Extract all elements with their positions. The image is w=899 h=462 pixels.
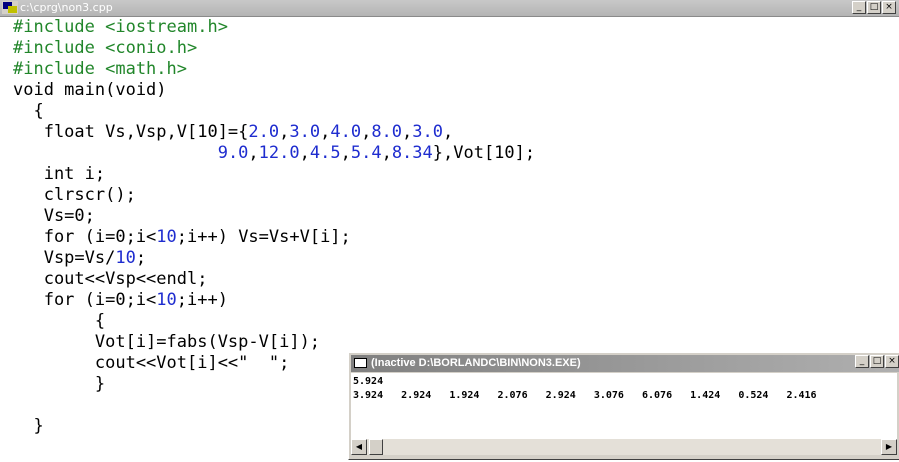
number-token: 3.0	[289, 122, 321, 142]
window-controls: _ □ ×	[852, 1, 896, 14]
console-window-icon	[354, 358, 367, 368]
console-window[interactable]: (Inactive D:\BORLANDC\BIN\NON3.EXE) _ □ …	[348, 352, 899, 460]
console-maximize-button[interactable]: □	[870, 355, 884, 368]
code-token: void main(void)	[13, 80, 167, 100]
number-token: 2.0	[248, 122, 280, 142]
number-token: 3.0	[412, 122, 443, 142]
number-token: 10	[156, 290, 177, 310]
maximize-button[interactable]: □	[867, 1, 881, 14]
code-token: ;i++) Vs=Vs+V[i];	[176, 227, 351, 247]
minimize-button[interactable]: _	[852, 1, 866, 14]
console-minimize-button[interactable]: _	[855, 355, 869, 368]
number-token: 9.0	[217, 143, 249, 163]
code-token: ;	[135, 248, 147, 268]
code-token: ,	[320, 122, 331, 142]
code-token: },Vot[10];	[432, 143, 536, 163]
console-output-line-2: 3.924 2.924 1.924 2.076 2.924 3.076 6.07…	[353, 390, 817, 401]
code-line: {	[13, 101, 535, 122]
code-token: float Vs,Vsp,V[10]={	[13, 122, 249, 142]
code-token: ,	[361, 122, 372, 142]
number-token: 8.34	[391, 143, 433, 163]
code-token: ,	[402, 122, 413, 142]
code-line: for (i=0;i<10;i++)	[13, 290, 535, 311]
code-line: for (i=0;i<10;i++) Vs=Vs+V[i];	[13, 227, 535, 248]
code-line: #include <iostream.h>	[13, 17, 535, 38]
horizontal-scrollbar[interactable]: ◀ ▶	[351, 439, 897, 455]
code-line: Vs=0;	[13, 206, 535, 227]
scroll-left-button[interactable]: ◀	[351, 439, 367, 455]
number-token: 10	[156, 227, 177, 247]
code-token: Vsp=Vs/	[13, 248, 116, 268]
number-token: 4.0	[330, 122, 362, 142]
code-line: int i;	[13, 164, 535, 185]
number-token: 8.0	[371, 122, 403, 142]
number-token: 10	[115, 248, 136, 268]
preprocessor-token: #include <math.h>	[13, 59, 187, 79]
code-token: clrscr();	[13, 185, 136, 205]
code-line: #include <conio.h>	[13, 38, 535, 59]
console-window-controls: _ □ ×	[855, 355, 899, 368]
code-token: ,	[381, 143, 392, 163]
code-token: cout<<Vot[i]<<" ";	[13, 353, 290, 373]
scroll-right-button[interactable]: ▶	[881, 439, 897, 455]
code-token: int i;	[13, 164, 106, 184]
scrollbar-thumb[interactable]	[369, 439, 383, 455]
code-line: clrscr();	[13, 185, 535, 206]
code-token: ,	[248, 143, 259, 163]
code-token: ,	[340, 143, 351, 163]
preprocessor-token: #include <conio.h>	[13, 38, 198, 58]
code-token: for (i=0;i<	[13, 290, 157, 310]
code-line: float Vs,Vsp,V[10]={2.0,3.0,4.0,8.0,3.0,	[13, 122, 535, 143]
console-output-line-1: 5.924	[353, 376, 384, 387]
code-token: }	[13, 374, 106, 394]
number-token: 12.0	[258, 143, 300, 163]
code-token: {	[13, 311, 106, 331]
code-line: {	[13, 311, 535, 332]
code-token: }	[13, 416, 44, 436]
code-token: ,	[299, 143, 310, 163]
code-line: #include <math.h>	[13, 59, 535, 80]
code-token: {	[13, 101, 44, 121]
window-title: c:\cprg\non3.cpp	[20, 1, 113, 14]
code-line: 9.0,12.0,4.5,5.4,8.34},Vot[10];	[13, 143, 535, 164]
console-output: 5.924 3.924 2.924 1.924 2.076 2.924 3.07…	[351, 373, 897, 439]
borland-app-icon	[2, 1, 18, 14]
code-line: Vsp=Vs/10;	[13, 248, 535, 269]
number-token: 5.4	[350, 143, 382, 163]
close-button[interactable]: ×	[882, 1, 896, 14]
code-line: void main(void)	[13, 80, 535, 101]
code-token: ,	[279, 122, 290, 142]
code-token: ,	[443, 122, 454, 142]
preprocessor-token: #include <iostream.h>	[13, 17, 228, 37]
console-title: (Inactive D:\BORLANDC\BIN\NON3.EXE)	[371, 357, 581, 369]
editor-title-bar[interactable]: c:\cprg\non3.cpp _ □ ×	[0, 0, 899, 17]
code-line: cout<<Vsp<<endl;	[13, 269, 535, 290]
console-title-bar[interactable]: (Inactive D:\BORLANDC\BIN\NON3.EXE)	[351, 355, 899, 372]
code-token: Vot[i]=fabs(Vsp-V[i]);	[13, 332, 321, 352]
number-token: 4.5	[309, 143, 341, 163]
code-token: cout<<Vsp<<endl;	[13, 269, 208, 289]
code-token: Vs=0;	[13, 206, 95, 226]
code-token: for (i=0;i<	[13, 227, 157, 247]
code-line: Vot[i]=fabs(Vsp-V[i]);	[13, 332, 535, 353]
code-token: ;i++)	[176, 290, 228, 310]
console-close-button[interactable]: ×	[885, 355, 899, 368]
